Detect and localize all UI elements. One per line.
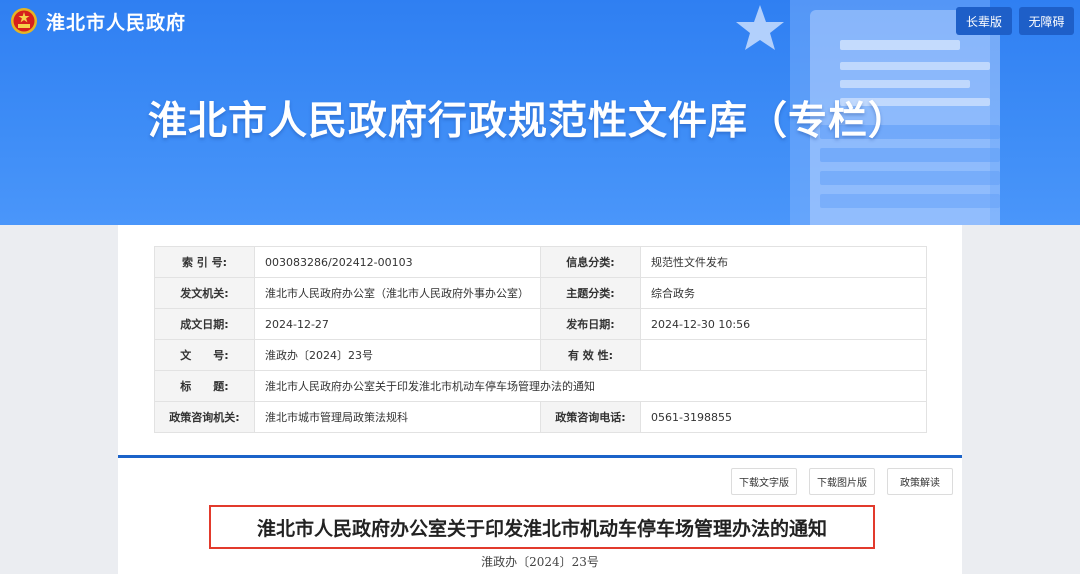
- meta-label: 有 效 性:: [540, 339, 641, 371]
- header-banner: 淮北市人民政府 长辈版 无障碍 淮北市人民政府行政规范性文件库（专栏）: [0, 0, 1080, 225]
- meta-row-dates: 成文日期: 2024-12-27 发布日期: 2024-12-30 10:56: [154, 308, 927, 340]
- meta-value: [640, 339, 927, 371]
- meta-label: 主题分类:: [540, 277, 641, 309]
- download-text-button[interactable]: 下载文字版: [731, 468, 797, 495]
- meta-label: 政策咨询电话:: [540, 401, 641, 433]
- meta-label: 发文机关:: [154, 277, 255, 309]
- meta-label: 信息分类:: [540, 246, 641, 278]
- section-divider: [118, 455, 962, 458]
- site-logo[interactable]: 淮北市人民政府: [10, 7, 186, 35]
- elder-mode-button[interactable]: 长辈版: [956, 7, 1012, 35]
- meta-value: 0561-3198855: [640, 401, 927, 433]
- document-number: 淮政办〔2024〕23号: [481, 555, 599, 569]
- meta-label: 索 引 号:: [154, 246, 255, 278]
- document-meta-table: 索 引 号: 003083286/202412-00103 信息分类: 规范性文…: [154, 246, 927, 433]
- meta-label: 成文日期:: [154, 308, 255, 340]
- meta-row-number: 文 号: 淮政办〔2024〕23号 有 效 性:: [154, 339, 927, 371]
- document-panel: 索 引 号: 003083286/202412-00103 信息分类: 规范性文…: [118, 225, 962, 574]
- document-title-highlight: 淮北市人民政府办公室关于印发淮北市机动车停车场管理办法的通知: [209, 505, 875, 549]
- site-name: 淮北市人民政府: [46, 11, 187, 34]
- meta-row-title: 标 题: 淮北市人民政府办公室关于印发淮北市机动车停车场管理办法的通知: [154, 370, 927, 402]
- meta-label: 发布日期:: [540, 308, 641, 340]
- meta-row-index: 索 引 号: 003083286/202412-00103 信息分类: 规范性文…: [154, 246, 927, 278]
- meta-label: 标 题:: [154, 370, 255, 402]
- meta-value: 2024-12-27: [254, 308, 541, 340]
- national-emblem-icon: [11, 8, 37, 34]
- banner-title: 淮北市人民政府行政规范性文件库（专栏）: [148, 99, 909, 144]
- accessibility-button[interactable]: 无障碍: [1019, 7, 1074, 35]
- meta-value: 综合政务: [640, 277, 927, 309]
- meta-value: 003083286/202412-00103: [254, 246, 541, 278]
- meta-value: 2024-12-30 10:56: [640, 308, 927, 340]
- meta-value: 淮政办〔2024〕23号: [254, 339, 541, 371]
- meta-label: 政策咨询机关:: [154, 401, 255, 433]
- policy-interpretation-button[interactable]: 政策解读: [887, 468, 953, 495]
- meta-value: 淮北市人民政府办公室（淮北市人民政府外事办公室）: [254, 277, 541, 309]
- meta-value: 规范性文件发布: [640, 246, 927, 278]
- document-title: 淮北市人民政府办公室关于印发淮北市机动车停车场管理办法的通知: [256, 517, 827, 540]
- download-image-button[interactable]: 下载图片版: [809, 468, 875, 495]
- meta-value: 淮北市人民政府办公室关于印发淮北市机动车停车场管理办法的通知: [254, 370, 927, 402]
- meta-row-issuer: 发文机关: 淮北市人民政府办公室（淮北市人民政府外事办公室） 主题分类: 综合政…: [154, 277, 927, 309]
- meta-label: 文 号:: [154, 339, 255, 371]
- meta-row-consult: 政策咨询机关: 淮北市城市管理局政策法规科 政策咨询电话: 0561-31988…: [154, 401, 927, 433]
- meta-value: 淮北市城市管理局政策法规科: [254, 401, 541, 433]
